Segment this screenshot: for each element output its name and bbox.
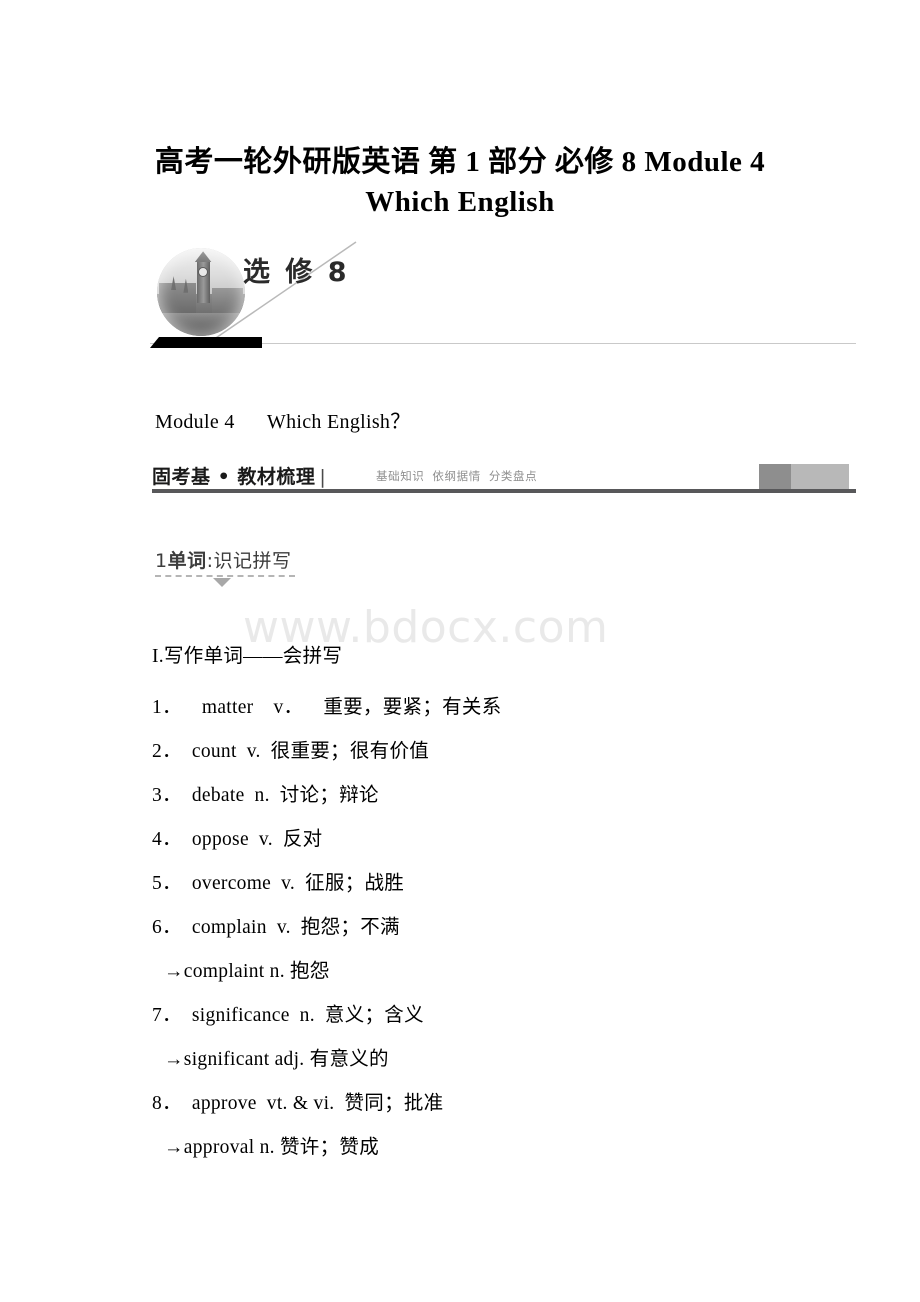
wordlist-item-word: approve [191, 1093, 257, 1114]
wordlist-item: 2． count v. 很重要；很有价值 [152, 730, 792, 774]
triangle-down-icon [213, 578, 231, 587]
module-number: Module 4 [155, 411, 235, 433]
wordlist-item-word: significance [191, 1005, 290, 1026]
wordlist-item-meaning: 抱怨；不满 [300, 917, 400, 938]
wordlist-item-word: overcome [191, 873, 272, 894]
wordlist-item-word: debate [191, 785, 245, 806]
wordlist-item-word: oppose [191, 829, 249, 850]
wordlist-item-index: 8． [152, 1093, 182, 1114]
section-banner-title: 固考基 • 教材梳理 | [152, 462, 332, 489]
wordlist-item-derived: →significant adj. 有意义的 [164, 1049, 389, 1070]
wordlist-item-word: count [191, 741, 237, 762]
wordlist-item-index: 1． [152, 697, 182, 718]
wordlist-item-meaning: 重要，要紧；有关系 [323, 697, 502, 718]
wordlist-item: 8． approve vt. & vi. 赞同；批准 [152, 1082, 792, 1126]
wordlist-item-index: 7． [152, 1005, 182, 1026]
section-banner-sub-2: 依纲据情 [432, 469, 481, 483]
wordlist-item-index: 4． [152, 829, 182, 850]
wordlist-item: 4． oppose v. 反对 [152, 818, 792, 862]
wordlist-item-derived: →approval n. 赞许；赞成 [164, 1137, 379, 1158]
banner-square-dark [759, 464, 791, 489]
subsection-number: 1 [155, 550, 168, 572]
page-title: 高考一轮外研版英语 第 1 部分 必修 8 Module 4 Which Eng… [110, 142, 810, 222]
wordlist-item-pos: v． [273, 697, 304, 718]
page-title-line-1: 高考一轮外研版英语 第 1 部分 必修 8 Module 4 [154, 146, 766, 178]
subsection-heading-text: 1单词:识记拼写 [155, 546, 335, 573]
wordlist-item-derived: →complaint n. 抱怨 [164, 961, 330, 982]
subsection-heading: 1单词:识记拼写 [155, 546, 335, 587]
section-banner-sub-1: 基础知识 [376, 469, 425, 483]
wordlist-item-index: 5． [152, 873, 182, 894]
wordlist-item-pos: vt. & vi. [266, 1093, 335, 1114]
wordlist: 1． matter v． 重要，要紧；有关系 2． count v. 很重要；很有价值 3． de… [152, 686, 792, 1170]
wordlist-item-pos: v. [258, 829, 273, 850]
wordlist-item-word: matter [201, 697, 254, 718]
wordlist-item-meaning: 讨论；辩论 [279, 785, 379, 806]
section-banner-divider: | [319, 466, 327, 488]
wordlist-item-index: 3． [152, 785, 182, 806]
textbook-badge-block: 选 修 8 [150, 238, 870, 353]
wordlist-item-index: 6． [152, 917, 182, 938]
module-name: Which English？ [266, 411, 411, 433]
wordlist-item-meaning: 意义；含义 [324, 1005, 424, 1026]
section-banner-sub-3: 分类盘点 [488, 469, 538, 483]
subsection-rest: 识记拼写 [213, 550, 292, 572]
big-ben-circle-photo-icon [157, 248, 245, 336]
wordlist-item: 6． complain v. 抱怨；不满 [152, 906, 792, 950]
wordlist-item-word: complain [191, 917, 267, 938]
wordlist-item-meaning: 征服；战胜 [305, 873, 405, 894]
module-heading: Module 4 Which English？ [155, 405, 411, 434]
wordlist-item-pos: n. [254, 785, 270, 806]
wordlist-item-index: 2． [152, 741, 182, 762]
wordlist-item-pos: v. [246, 741, 261, 762]
wordlist-item: 3． debate n. 讨论；辩论 [152, 774, 792, 818]
wordlist-item: 1． matter v． 重要，要紧；有关系 [152, 686, 792, 730]
subsection-colon: : [206, 550, 214, 572]
section-banner-subtitle: 基础知识 依纲据情 分类盘点 [376, 468, 545, 484]
wordlist-item-meaning: 反对 [282, 829, 323, 850]
section-banner-title-text: 固考基 • 教材梳理 [152, 466, 316, 488]
wordlist-item-pos: v. [276, 917, 291, 938]
page-title-line-2: Which English [365, 186, 555, 218]
wordlist-item-meaning: 很重要；很有价值 [270, 741, 430, 762]
banner-square-light [791, 464, 849, 489]
badge-label: 选 修 8 [243, 257, 350, 288]
wordlist-item-meaning: 赞同；批准 [344, 1093, 444, 1114]
banner-underline [152, 489, 856, 493]
wordlist-section-title: I.写作单词——会拼写 [152, 646, 343, 667]
wordlist-item-pos: v. [281, 873, 296, 894]
badge-wedge-decoration [150, 337, 262, 348]
subsection-bold-part: 单词 [167, 550, 207, 572]
wordlist-item: 5． overcome v. 征服；战胜 [152, 862, 792, 906]
wordlist-item-pos: n. [299, 1005, 315, 1026]
subsection-dashed-underline [155, 575, 295, 577]
section-banner: 固考基 • 教材梳理 | 基础知识 依纲据情 分类盘点 [152, 462, 856, 494]
wordlist-item: 7． significance n. 意义；含义 [152, 994, 792, 1038]
